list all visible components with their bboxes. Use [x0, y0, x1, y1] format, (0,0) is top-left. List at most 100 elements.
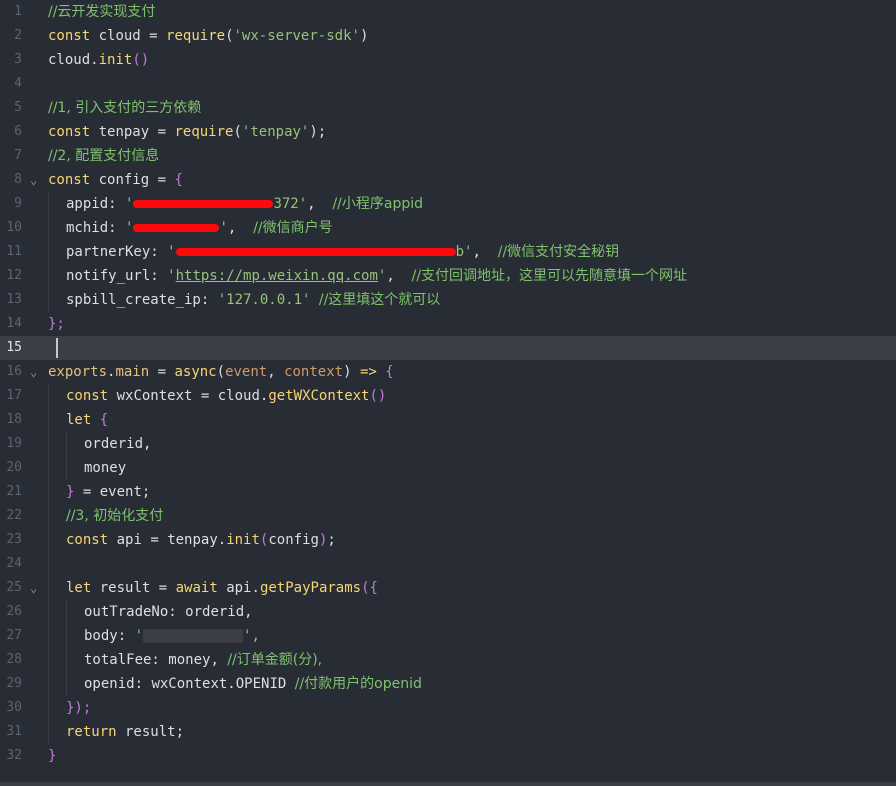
line-number: 30	[6, 700, 22, 715]
property-key: spbill_create_ip:	[66, 292, 218, 308]
code-line[interactable]: 18 let {	[0, 408, 896, 432]
code-line[interactable]: 2 const cloud = require('wx-server-sdk')	[0, 24, 896, 48]
url-link[interactable]: https://mp.weixin.qq.com	[176, 268, 378, 284]
line-number: 13	[6, 292, 22, 307]
indent-guide	[48, 648, 66, 672]
code-line[interactable]: 3 cloud.init()	[0, 48, 896, 72]
code-line[interactable]: 17 const wxContext = cloud.getWXContext(…	[0, 384, 896, 408]
keyword: await	[175, 580, 218, 596]
parameter: event	[225, 364, 268, 380]
indent-guide	[66, 624, 84, 648]
punctuation: ,	[386, 268, 412, 284]
code-line[interactable]: 10 mchid: ' ', //微信商户号	[0, 216, 896, 240]
indent-guide	[48, 672, 66, 696]
fold-chevron-icon[interactable]: ⌄	[30, 168, 37, 192]
code-line[interactable]: 31 return result;	[0, 720, 896, 744]
code-line[interactable]: 11 partnerKey: ' b', //微信支付安全秘钥	[0, 240, 896, 264]
indent-guide	[48, 624, 66, 648]
line-number: 8	[14, 172, 22, 187]
code-line[interactable]: 12 notify_url: 'https://mp.weixin.qq.com…	[0, 264, 896, 288]
comment: //3, 初始化支付	[66, 508, 164, 524]
line-number: 21	[6, 484, 22, 499]
code-line[interactable]: 30 });	[0, 696, 896, 720]
punctuation: ,	[267, 364, 285, 380]
comment: //1, 引入支付的三方依赖	[48, 100, 202, 116]
code-line[interactable]: 26 outTradeNo: orderid,	[0, 600, 896, 624]
line-number: 26	[6, 604, 22, 619]
comment: //这里填这个就可以	[318, 292, 441, 308]
fold-chevron-icon[interactable]: ⌄	[30, 576, 37, 600]
punctuation: .	[251, 580, 260, 596]
identifier: orderid,	[185, 604, 253, 620]
string: 'wx-server-sdk'	[233, 28, 360, 44]
line-number: 12	[6, 268, 22, 283]
punctuation: ()	[132, 52, 150, 68]
indent-guide	[48, 408, 66, 432]
code-line-current[interactable]: 15	[0, 336, 896, 360]
punctuation: = event;	[74, 484, 151, 500]
indent-guide	[48, 480, 66, 504]
code-line[interactable]: 21 } = event;	[0, 480, 896, 504]
code-line[interactable]: 25 ⌄ let result = await api.getPayParams…	[0, 576, 896, 600]
code-line[interactable]: 14 };	[0, 312, 896, 336]
line-number: 23	[6, 532, 22, 547]
comment: //微信支付安全秘钥	[497, 244, 620, 260]
horizontal-scrollbar[interactable]	[0, 782, 896, 786]
indent-guide	[48, 528, 66, 552]
indent-guide	[48, 720, 66, 744]
punctuation: (	[233, 124, 242, 140]
code-line[interactable]: 19 orderid,	[0, 432, 896, 456]
comment: //小程序appid	[332, 196, 424, 212]
identifier: api	[116, 532, 142, 548]
string: '	[167, 268, 176, 284]
string: b'	[455, 244, 473, 260]
operator: =	[141, 532, 168, 548]
identifier: money	[84, 460, 127, 476]
indent-guide	[66, 672, 84, 696]
property-key: appid:	[66, 196, 126, 212]
keyword: const	[66, 532, 109, 548]
property-key: mchid:	[66, 220, 126, 236]
punctuation: )	[309, 124, 318, 140]
code-line[interactable]: 29 openid: wxContext.OPENID //付款用户的openi…	[0, 672, 896, 696]
keyword: const	[66, 388, 109, 404]
code-line[interactable]: 6 const tenpay = require('tenpay');	[0, 120, 896, 144]
code-line[interactable]: 16 ⌄ exports.main = async(event, context…	[0, 360, 896, 384]
indent-guide	[48, 600, 66, 624]
identifier: result	[99, 580, 151, 596]
code-line[interactable]: 22 //3, 初始化支付	[0, 504, 896, 528]
line-number: 27	[6, 628, 22, 643]
identifier: cloud	[98, 28, 141, 44]
line-number: 20	[6, 460, 22, 475]
code-line[interactable]: 5 //1, 引入支付的三方依赖	[0, 96, 896, 120]
code-line[interactable]: 4	[0, 72, 896, 96]
operator: =	[149, 172, 175, 188]
property-key: openid:	[84, 676, 152, 692]
code-line[interactable]: 32 }	[0, 744, 896, 768]
line-number: 19	[6, 436, 22, 451]
fold-chevron-icon[interactable]: ⌄	[30, 360, 37, 384]
code-line[interactable]: 7 //2, 配置支付信息	[0, 144, 896, 168]
code-line[interactable]: 8 ⌄ const config = {	[0, 168, 896, 192]
redaction-mark	[133, 200, 274, 208]
code-editor[interactable]: 1 //云开发实现支付 2 const cloud = require('wx-…	[0, 0, 896, 786]
line-number: 14	[6, 316, 22, 331]
punctuation: ,	[227, 220, 254, 236]
code-line[interactable]: 28 totalFee: money, //订单金额(分),	[0, 648, 896, 672]
identifier: tenpay	[98, 124, 150, 140]
punctuation: .	[90, 52, 99, 68]
line-number: 5	[14, 100, 22, 115]
comment: //云开发实现支付	[48, 4, 156, 20]
code-line[interactable]: 9 appid: ' 372', //小程序appid	[0, 192, 896, 216]
operator: =	[150, 580, 176, 596]
identifier: main	[115, 364, 150, 380]
code-line[interactable]: 27 body: ' ',	[0, 624, 896, 648]
code-line[interactable]: 13 spbill_create_ip: '127.0.0.1' //这里填这个…	[0, 288, 896, 312]
code-line[interactable]: 20 money	[0, 456, 896, 480]
punctuation: (	[225, 28, 234, 44]
punctuation: (	[216, 364, 226, 380]
indent-guide	[48, 192, 66, 216]
code-line[interactable]: 23 const api = tenpay.init(config);	[0, 528, 896, 552]
code-line[interactable]: 24	[0, 552, 896, 576]
code-line[interactable]: 1 //云开发实现支付	[0, 0, 896, 24]
